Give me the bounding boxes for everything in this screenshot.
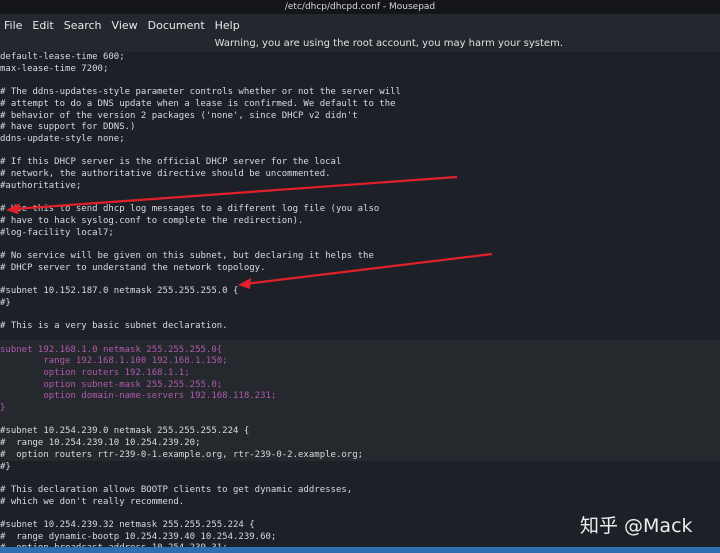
code-line[interactable]: # If this DHCP server is the official DH… bbox=[0, 157, 720, 169]
code-line[interactable]: option routers 192.168.1.1; bbox=[0, 368, 720, 380]
code-line[interactable]: # have to hack syslog.conf to complete t… bbox=[0, 216, 720, 228]
code-line[interactable] bbox=[0, 415, 720, 427]
code-line[interactable]: # attempt to do a DNS update when a leas… bbox=[0, 99, 720, 111]
code-line[interactable]: #subnet 10.152.187.0 netmask 255.255.255… bbox=[0, 286, 720, 298]
code-line[interactable]: # range 10.254.239.10 10.254.239.20; bbox=[0, 438, 720, 450]
menu-search[interactable]: Search bbox=[59, 19, 107, 32]
code-line[interactable] bbox=[0, 75, 720, 87]
code-line[interactable]: # option routers rtr-239-0-1.example.org… bbox=[0, 450, 720, 462]
code-line[interactable]: # This declaration allows BOOTP clients … bbox=[0, 485, 720, 497]
code-line[interactable]: max-lease-time 7200; bbox=[0, 64, 720, 76]
code-line[interactable] bbox=[0, 239, 720, 251]
code-line[interactable]: } bbox=[0, 403, 720, 415]
menu-edit[interactable]: Edit bbox=[27, 19, 58, 32]
menu-bar: File Edit Search View Document Help bbox=[0, 14, 720, 36]
code-line[interactable]: #subnet 10.254.239.0 netmask 255.255.255… bbox=[0, 426, 720, 438]
code-line[interactable]: # The ddns-updates-style parameter contr… bbox=[0, 87, 720, 99]
code-line[interactable]: #} bbox=[0, 462, 720, 474]
code-line[interactable]: #log-facility local7; bbox=[0, 228, 720, 240]
code-line[interactable] bbox=[0, 333, 720, 345]
code-line[interactable]: #authoritative; bbox=[0, 181, 720, 193]
root-warning-text: Warning, you are using the root account,… bbox=[214, 38, 563, 49]
code-line[interactable]: option domain-name-servers 192.168.118.2… bbox=[0, 391, 720, 403]
menu-document[interactable]: Document bbox=[143, 19, 210, 32]
code-line[interactable]: # Use this to send dhcp log messages to … bbox=[0, 204, 720, 216]
menu-help[interactable]: Help bbox=[210, 19, 245, 32]
code-line[interactable] bbox=[0, 274, 720, 286]
code-line[interactable]: ddns-update-style none; bbox=[0, 134, 720, 146]
menu-view[interactable]: View bbox=[107, 19, 143, 32]
menu-file[interactable]: File bbox=[0, 19, 27, 32]
code-line[interactable] bbox=[0, 473, 720, 485]
watermark: 知乎 @Mack bbox=[580, 515, 693, 537]
code-line[interactable]: # behavior of the version 2 packages ('n… bbox=[0, 111, 720, 123]
window-title: /etc/dhcp/dhcpd.conf - Mousepad bbox=[0, 0, 720, 14]
code-line[interactable] bbox=[0, 309, 720, 321]
code-line[interactable]: option subnet-mask 255.255.255.0; bbox=[0, 380, 720, 392]
text-editor[interactable]: default-lease-time 600; max-lease-time 72… bbox=[0, 52, 720, 547]
code-line[interactable]: # DHCP server to understand the network … bbox=[0, 263, 720, 275]
code-line[interactable]: range 192.168.1.100 192.168.1.150; bbox=[0, 356, 720, 368]
code-line[interactable]: # This is a very basic subnet declaratio… bbox=[0, 321, 720, 333]
code-line[interactable]: # No service will be given on this subne… bbox=[0, 251, 720, 263]
code-line[interactable]: default-lease-time 600; bbox=[0, 52, 720, 64]
code-line[interactable]: # network, the authoritative directive s… bbox=[0, 169, 720, 181]
root-warning-banner: Warning, you are using the root account,… bbox=[0, 36, 720, 52]
code-line[interactable] bbox=[0, 192, 720, 204]
code-line[interactable] bbox=[0, 146, 720, 158]
code-line[interactable]: subnet 192.168.1.0 netmask 255.255.255.0… bbox=[0, 345, 720, 357]
code-line[interactable]: # which we don't really recommend. bbox=[0, 497, 720, 509]
status-bar bbox=[0, 547, 720, 553]
code-line[interactable]: #} bbox=[0, 298, 720, 310]
code-line[interactable]: # have support for DDNS.) bbox=[0, 122, 720, 134]
